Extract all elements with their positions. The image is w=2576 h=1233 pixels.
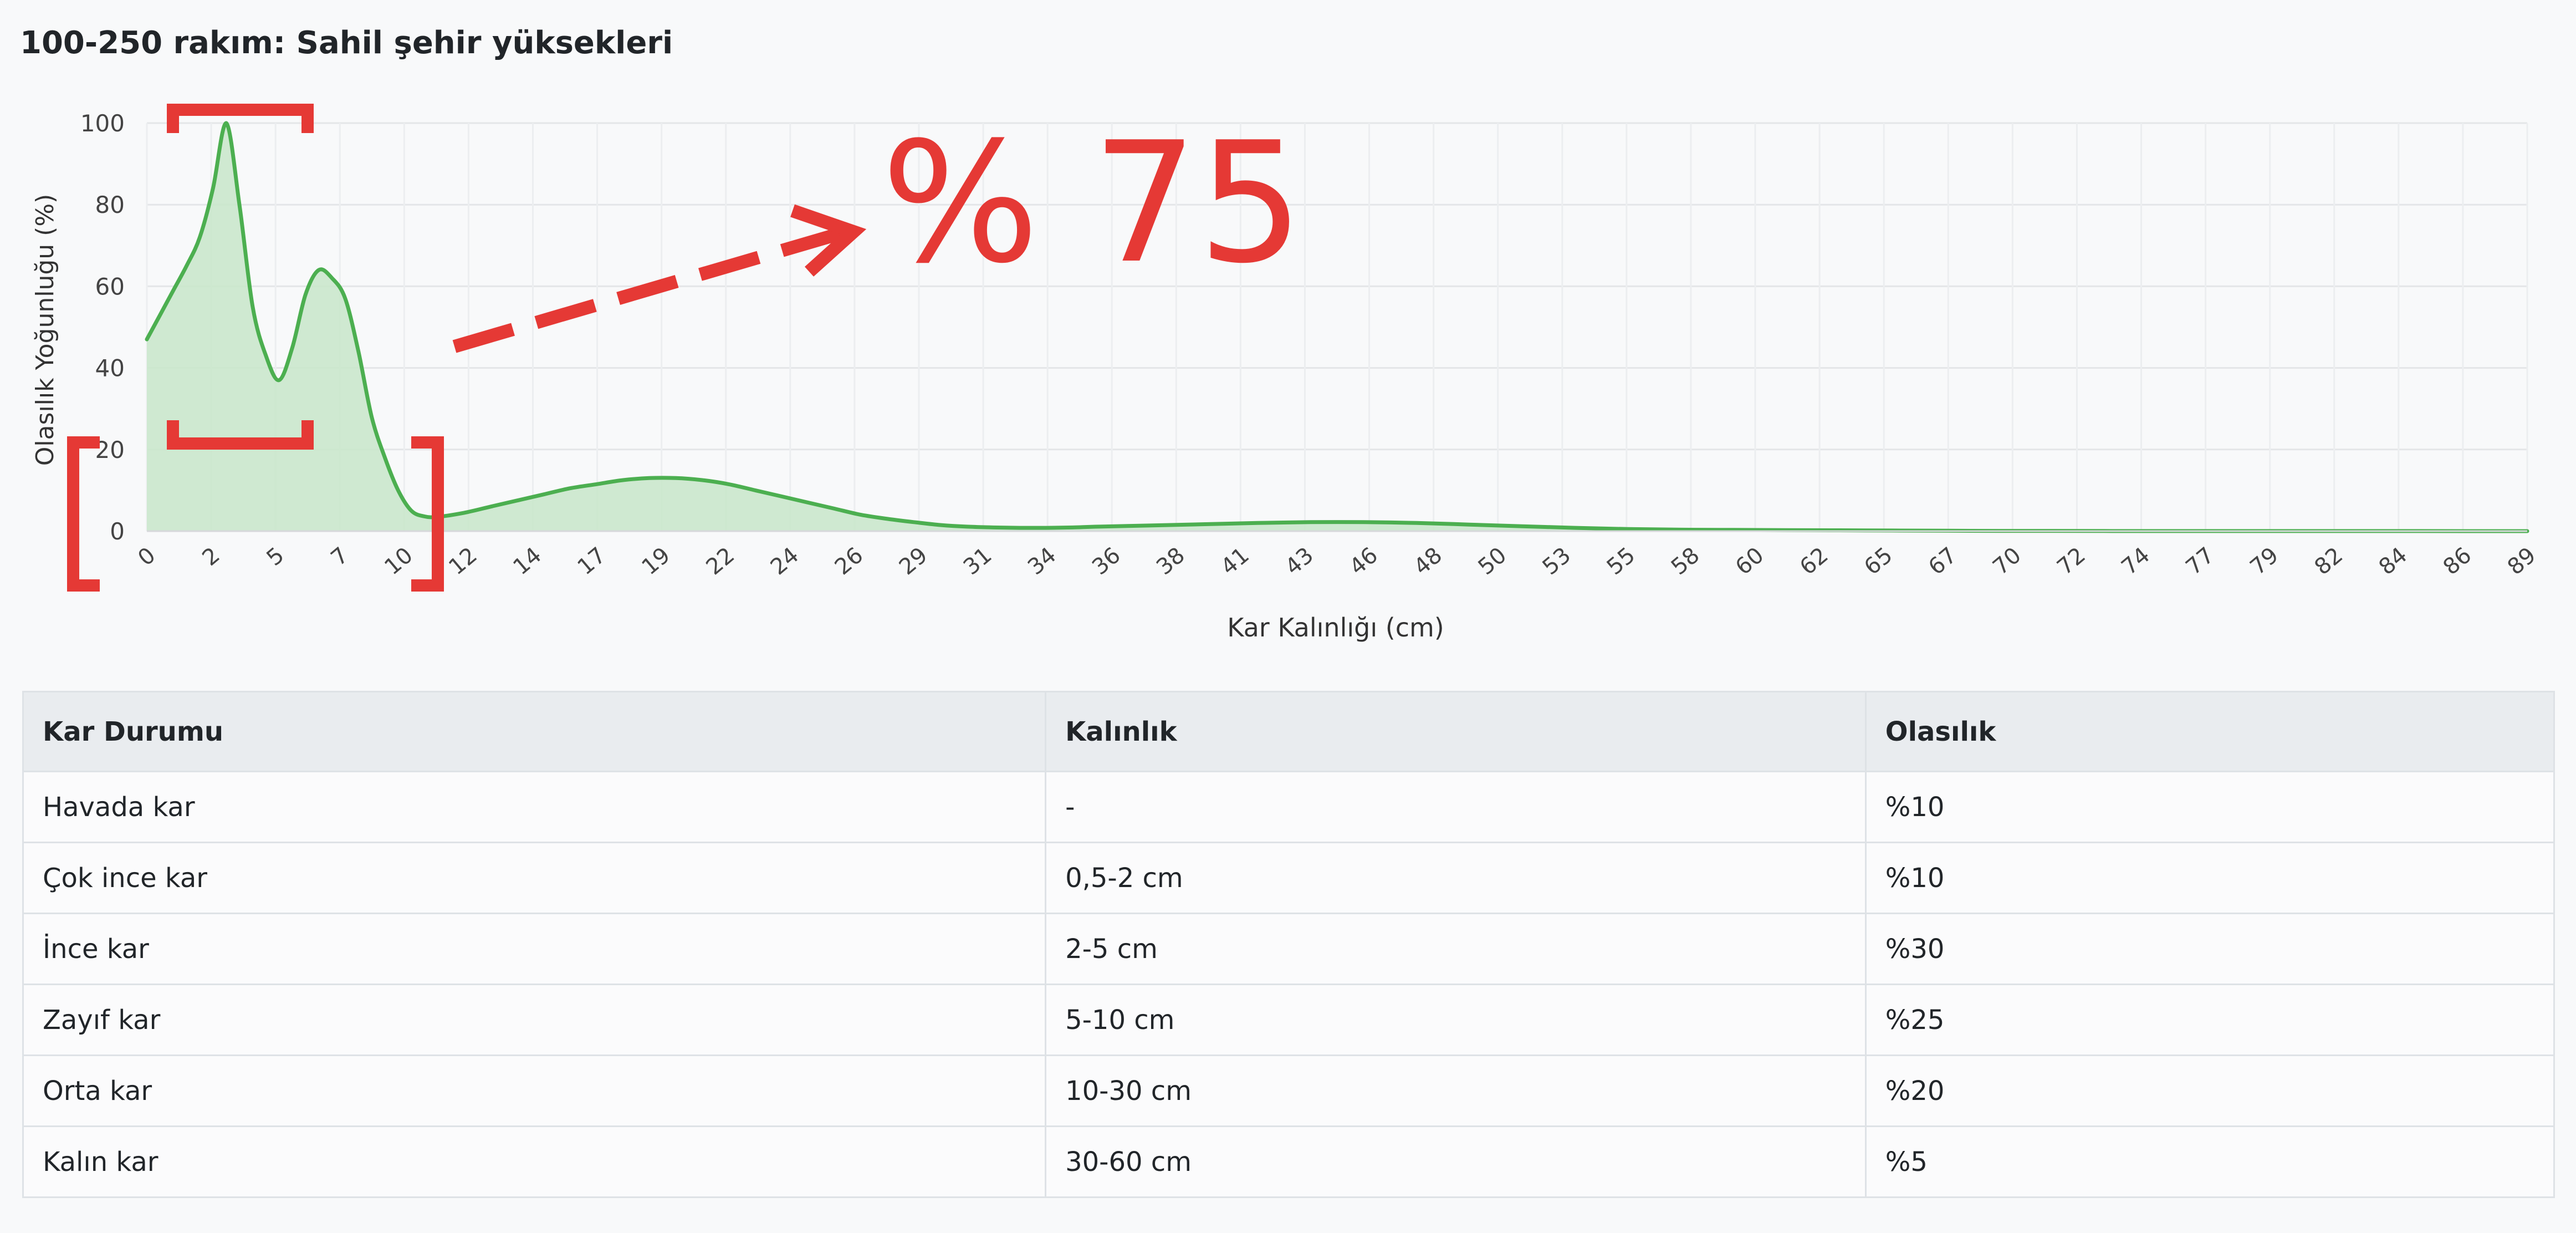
cell-condition: Kalın kar (22, 1125, 1047, 1198)
cell-probability: %30 (1864, 913, 2555, 985)
table-row: İnce kar 2-5 cm %30 (22, 913, 2555, 985)
x-axis-ticks: 0 2 5 7 10 12 14 17 19 22 24 26 29 31 34 36 38 41 43 46 48 50… (133, 542, 2541, 580)
cell-thickness: 2-5 cm (1045, 913, 1867, 985)
x-tick-label: 0 (133, 542, 160, 571)
x-tick-label: 7 (326, 542, 354, 571)
x-tick-label: 67 (1924, 542, 1962, 580)
x-tick-label: 17 (573, 542, 611, 580)
cell-thickness: 5-10 cm (1045, 984, 1867, 1056)
x-tick-label: 10 (380, 542, 418, 580)
x-tick-label: 84 (2374, 542, 2413, 580)
cell-probability: %20 (1864, 1054, 2555, 1127)
table-header-row: Kar Durumu Kalınlık Olasılık (22, 691, 2555, 772)
x-tick-label: 53 (1538, 542, 1576, 580)
x-tick-label: 58 (1667, 542, 1705, 580)
header-kar-durumu: Kar Durumu (22, 691, 1047, 772)
header-olasilik: Olasılık (1864, 691, 2555, 772)
header-kalinlik: Kalınlık (1045, 691, 1867, 772)
x-tick-label: 43 (1280, 542, 1318, 580)
table-row: Havada kar - %10 (22, 771, 2555, 843)
density-chart: 020406080100 0 2 5 7 10 12 14 17 19 22 24 26 29 31 34 3… (31, 104, 2541, 643)
x-tick-label: 36 (1087, 542, 1126, 580)
y-tick-label: 100 (80, 110, 125, 137)
cell-condition: Çok ince kar (22, 842, 1047, 914)
cell-probability: %10 (1864, 771, 2555, 843)
x-tick-label: 89 (2503, 542, 2541, 580)
x-tick-label: 82 (2310, 542, 2348, 580)
x-tick-label: 50 (1474, 542, 1512, 580)
cell-thickness: 0,5-2 cm (1045, 842, 1867, 914)
x-tick-label: 38 (1152, 542, 1190, 580)
table-row: Orta kar 10-30 cm %20 (22, 1054, 2555, 1127)
x-tick-label: 62 (1795, 542, 1833, 580)
annotation-bracket-top (167, 104, 314, 133)
x-tick-label: 26 (830, 542, 868, 580)
snow-probability-table-wrapper: Kar Durumu Kalınlık Olasılık Havada kar … (22, 691, 2555, 1198)
snow-probability-table: Kar Durumu Kalınlık Olasılık Havada kar … (22, 691, 2555, 1198)
x-tick-label: 77 (2181, 542, 2219, 580)
x-tick-label: 24 (766, 542, 804, 580)
cell-probability: %25 (1864, 984, 2555, 1056)
x-tick-label: 29 (895, 542, 933, 580)
y-axis-label: Olasılık Yoğunluğu (%) (31, 194, 59, 466)
x-tick-label: 12 (444, 542, 482, 580)
y-tick-label: 0 (110, 518, 125, 545)
cell-thickness: 10-30 cm (1045, 1054, 1867, 1127)
cell-condition: İnce kar (22, 913, 1047, 985)
x-tick-label: 22 (702, 542, 740, 580)
cell-condition: Orta kar (22, 1054, 1047, 1127)
cell-probability: %10 (1864, 842, 2555, 914)
cell-thickness: - (1045, 771, 1867, 843)
x-tick-label: 72 (2052, 542, 2091, 580)
y-tick-label: 60 (95, 273, 125, 300)
x-tick-label: 65 (1859, 542, 1898, 580)
x-tick-label: 19 (637, 542, 676, 580)
x-tick-label: 55 (1602, 542, 1640, 580)
y-tick-label: 80 (95, 191, 125, 218)
y-axis-ticks: 020406080100 (80, 110, 125, 545)
x-tick-label: 14 (508, 542, 546, 580)
table-row: Zayıf kar 5-10 cm %25 (22, 984, 2555, 1056)
x-tick-label: 46 (1345, 542, 1383, 580)
cell-thickness: 30-60 cm (1045, 1125, 1867, 1198)
x-tick-label: 70 (1988, 542, 2026, 580)
annotation-bracket-left (67, 436, 100, 592)
annotation-arrow-shaft (452, 226, 845, 353)
x-tick-label: 5 (262, 542, 289, 571)
x-tick-label: 41 (1216, 542, 1254, 580)
x-tick-label: 48 (1409, 542, 1447, 580)
cell-condition: Zayıf kar (22, 984, 1047, 1056)
x-tick-label: 2 (197, 542, 224, 571)
table-row: Çok ince kar 0,5-2 cm %10 (22, 842, 2555, 914)
x-tick-label: 74 (2117, 542, 2155, 580)
x-axis-label: Kar Kalınlığı (cm) (1227, 613, 1444, 643)
x-tick-label: 34 (1023, 542, 1061, 580)
cell-condition: Havada kar (22, 771, 1047, 843)
table-row: Kalın kar 30-60 cm %5 (22, 1125, 2555, 1198)
x-tick-label: 31 (959, 542, 997, 580)
x-tick-label: 86 (2439, 542, 2477, 580)
x-tick-label: 60 (1731, 542, 1769, 580)
y-tick-label: 40 (95, 355, 125, 382)
x-tick-label: 79 (2246, 542, 2284, 580)
cell-probability: %5 (1864, 1125, 2555, 1198)
annotation-percentage: % 75 (881, 106, 1304, 300)
